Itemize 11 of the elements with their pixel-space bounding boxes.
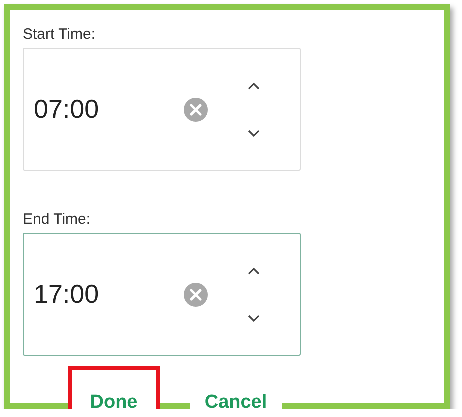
up-icon[interactable] <box>248 82 260 90</box>
time-value: 07:00 <box>34 94 100 125</box>
time-field[interactable]: 07:00 <box>23 48 301 171</box>
down-icon[interactable] <box>248 130 260 138</box>
field-label: End Time: <box>23 211 92 229</box>
time-field[interactable]: 17:00 <box>23 233 301 356</box>
done-button[interactable]: Done <box>68 366 160 409</box>
down-icon[interactable] <box>248 314 260 322</box>
up-icon[interactable] <box>248 266 260 274</box>
field-label: Start Time: <box>23 26 97 44</box>
time-value: 17:00 <box>34 279 100 310</box>
